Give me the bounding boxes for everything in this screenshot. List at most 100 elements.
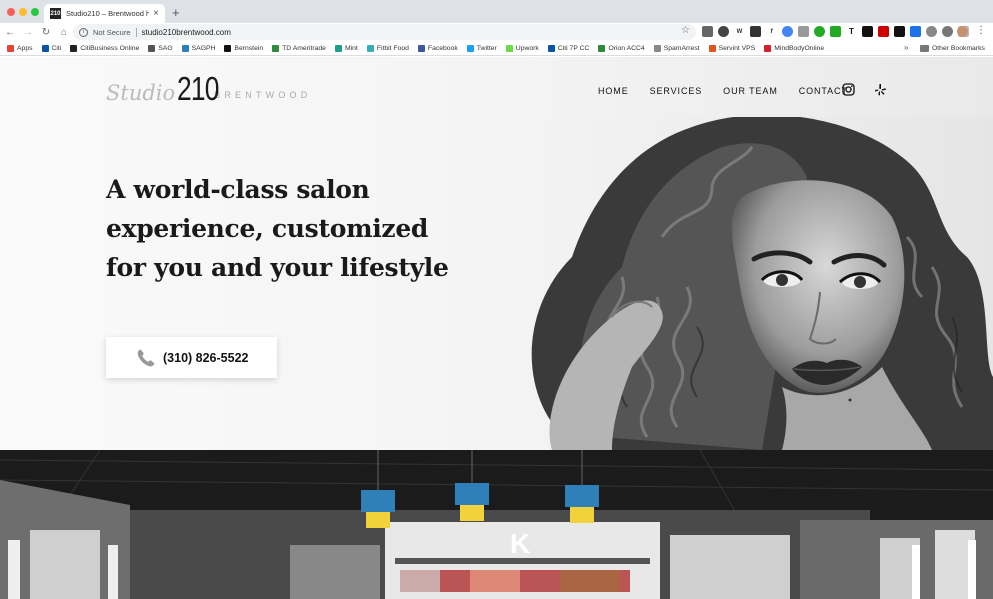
bookmark-label: Mint (344, 44, 358, 52)
bookmark-label: Facebook (427, 44, 458, 52)
bookmark-favicon-icon (708, 44, 716, 52)
bookmark-item[interactable]: Servint VPS (708, 44, 756, 52)
extension-icon[interactable] (750, 26, 761, 37)
browser-toolbar: ← → ↻ ⌂ i Not Secure studio210brentwood.… (0, 23, 993, 41)
close-window-button[interactable] (7, 8, 15, 16)
bookmark-favicon-icon (272, 44, 280, 52)
address-bar[interactable]: i Not Secure studio210brentwood.com ☆ (73, 24, 696, 40)
bookmark-label: SAGPH (191, 44, 216, 52)
bookmark-item[interactable]: Citi 7P CC (547, 44, 590, 52)
extension-icon[interactable] (926, 26, 937, 37)
browser-tab-strip: 210 Studio210 – Brentwood hair sa × + (0, 0, 993, 23)
tab-close-icon[interactable]: × (153, 8, 159, 19)
bookmark-label: Servint VPS (718, 44, 756, 52)
bookmark-item[interactable]: SpamArrest (653, 44, 700, 52)
folder-icon (920, 45, 929, 52)
bookmark-label: Citi 7P CC (557, 44, 590, 52)
bookmark-item[interactable]: Citi (41, 44, 62, 52)
bookmark-star-icon[interactable]: ☆ (681, 25, 690, 36)
bookmark-item[interactable]: Mint (334, 44, 358, 52)
reload-icon[interactable]: ↻ (38, 27, 54, 38)
divider (135, 27, 137, 37)
info-icon[interactable]: i (79, 27, 88, 37)
extension-icon[interactable] (814, 26, 825, 37)
nav-contact-link[interactable]: CONTACT (799, 86, 848, 96)
yelp-icon[interactable] (874, 83, 887, 96)
bookmark-label: TD Ameritrade (282, 44, 326, 52)
bookmark-label: CitiBusiness Online (80, 44, 140, 52)
bookmark-label: Orion ACC4 (608, 44, 645, 52)
bookmark-favicon-icon (653, 44, 661, 52)
bookmark-favicon-icon (547, 44, 555, 52)
site-logo[interactable]: Studio 210 BRENTWOOD (106, 72, 311, 105)
extension-icon[interactable]: f (766, 26, 777, 37)
bookmark-item[interactable]: Fitbit Food (366, 44, 409, 52)
bookmark-item[interactable]: Orion ACC4 (598, 44, 645, 52)
minimize-window-button[interactable] (19, 8, 27, 16)
extension-icon[interactable] (878, 26, 889, 37)
bookmark-item[interactable]: CitiBusiness Online (70, 44, 140, 52)
url-text[interactable]: studio210brentwood.com (142, 28, 231, 37)
other-bookmarks-label: Other Bookmarks (932, 45, 985, 52)
bookmark-item[interactable]: Upwork (505, 44, 539, 52)
nav-home-link[interactable]: HOME (598, 86, 629, 96)
bookmark-item[interactable]: Twitter (466, 44, 497, 52)
security-label: Not Secure (93, 27, 131, 37)
extension-icon[interactable] (862, 26, 873, 37)
other-bookmarks-folder[interactable]: Other Bookmarks (920, 41, 985, 56)
bookmark-favicon-icon (70, 44, 78, 52)
extension-icon[interactable] (718, 26, 729, 37)
bookmark-favicon-icon (334, 44, 342, 52)
headline-line: experience, customized (106, 214, 429, 243)
extension-icon[interactable] (830, 26, 841, 37)
browser-tab-active[interactable]: 210 Studio210 – Brentwood hair sa × (44, 4, 165, 23)
new-tab-button[interactable]: + (172, 5, 180, 20)
bookmark-item[interactable]: TD Ameritrade (272, 44, 326, 52)
forward-icon[interactable]: → (20, 27, 36, 38)
profile-avatar[interactable] (957, 26, 968, 37)
bookmark-label: Citi (51, 44, 62, 52)
bookmark-item[interactable]: Facebook (417, 44, 458, 52)
bookmark-item[interactable]: Bernstein (224, 44, 263, 52)
extension-icon[interactable]: T (846, 26, 857, 37)
extension-icon[interactable] (894, 26, 905, 37)
bookmark-item[interactable]: SAGPH (181, 44, 216, 52)
bookmark-item[interactable]: SAG (148, 44, 173, 52)
salon-sign-letter: K (510, 528, 530, 559)
bookmarks-bar: Apps Citi CitiBusiness Online SAG SAGPH Berns… (0, 41, 993, 56)
bookmark-favicon-icon (148, 44, 156, 52)
back-icon[interactable]: ← (2, 27, 18, 38)
nav-our-team-link[interactable]: OUR TEAM (723, 86, 778, 96)
woman-portrait-image (462, 117, 993, 450)
home-icon[interactable]: ⌂ (56, 27, 72, 38)
bookmark-label: Fitbit Food (376, 44, 409, 52)
bookmark-favicon-icon (181, 44, 189, 52)
hero-headline: A world-class salon experience, customiz… (106, 170, 466, 287)
nav-services-link[interactable]: SERVICES (650, 86, 703, 96)
bookmark-favicon-icon (466, 44, 474, 52)
extension-icon[interactable] (798, 26, 809, 37)
bookmark-favicon-icon (41, 44, 49, 52)
extension-icon[interactable] (702, 26, 713, 37)
extension-icon[interactable] (942, 26, 953, 37)
extension-icon[interactable] (910, 26, 921, 37)
instagram-icon[interactable] (842, 83, 855, 96)
favicon-icon: 210 (50, 8, 61, 19)
bookmark-label: MindBodyOnline (774, 44, 825, 52)
bookmark-label: SAG (158, 44, 173, 52)
extension-icon[interactable] (782, 26, 793, 37)
bookmark-label: Upwork (515, 44, 539, 52)
bookmark-favicon-icon (224, 44, 232, 52)
bookmark-item[interactable]: MindBodyOnline (764, 44, 825, 52)
maximize-window-button[interactable] (31, 8, 39, 16)
phone-icon (137, 349, 155, 366)
bookmarks-overflow-icon[interactable]: » (904, 43, 908, 52)
bookmark-label: SpamArrest (663, 44, 700, 52)
bookmark-item[interactable]: Apps (7, 44, 33, 52)
extensions-toolbar: W f T (702, 26, 969, 37)
phone-call-button[interactable]: (310) 826-5522 (106, 337, 277, 378)
main-navigation: HOME SERVICES OUR TEAM CONTACT (598, 86, 848, 96)
bookmark-favicon-icon (7, 44, 14, 52)
extension-icon[interactable]: W (734, 26, 745, 37)
browser-menu-icon[interactable]: ⋮ (976, 25, 986, 36)
